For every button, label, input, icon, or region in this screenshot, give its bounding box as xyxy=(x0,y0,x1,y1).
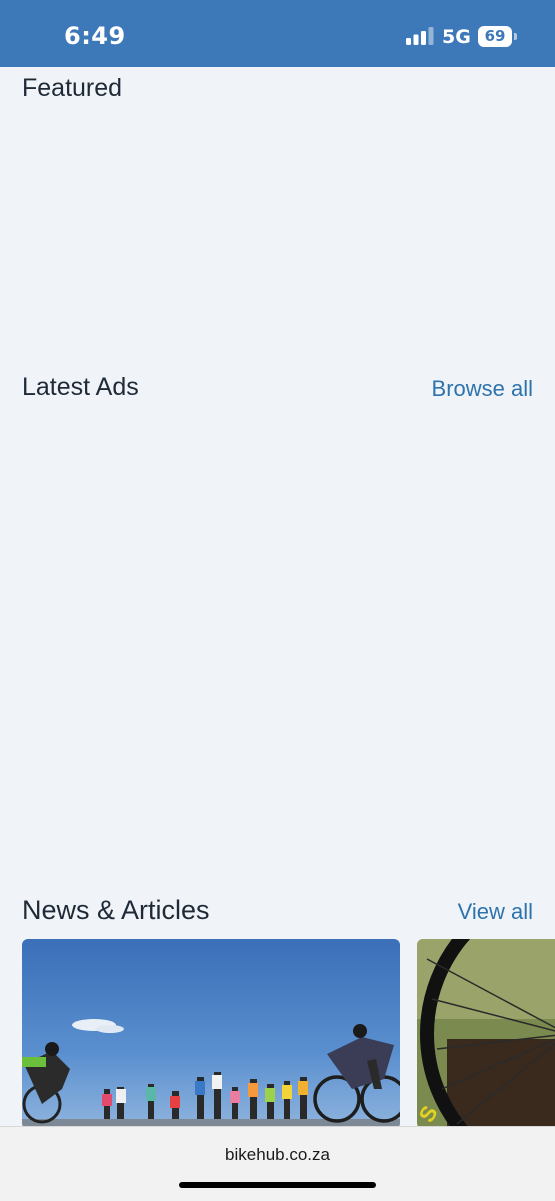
home-indicator[interactable] xyxy=(179,1182,376,1188)
news-article-card-2[interactable]: S xyxy=(417,939,555,1129)
cellular-signal-icon xyxy=(406,27,434,45)
browser-url[interactable]: bikehub.co.za xyxy=(0,1145,555,1165)
article-image-cycling-children xyxy=(22,939,400,1129)
article-image-bike-wheel: S xyxy=(417,939,555,1129)
news-article-card-1[interactable] xyxy=(22,939,400,1129)
view-all-link[interactable]: View all xyxy=(458,899,533,925)
status-time: 6:49 xyxy=(64,22,126,50)
browse-all-link[interactable]: Browse all xyxy=(432,376,533,402)
status-bar: 6:49 5G 69 xyxy=(0,0,555,67)
latest-ads-heading: Latest Ads xyxy=(22,373,139,401)
battery-level: 69 xyxy=(478,26,512,47)
browser-bottom-bar: bikehub.co.za xyxy=(0,1126,555,1201)
network-type: 5G xyxy=(442,26,471,48)
battery-icon: 69 xyxy=(478,26,518,47)
news-articles-heading: News & Articles xyxy=(22,895,210,925)
featured-heading: Featured xyxy=(22,74,123,102)
battery-tip xyxy=(514,33,517,40)
